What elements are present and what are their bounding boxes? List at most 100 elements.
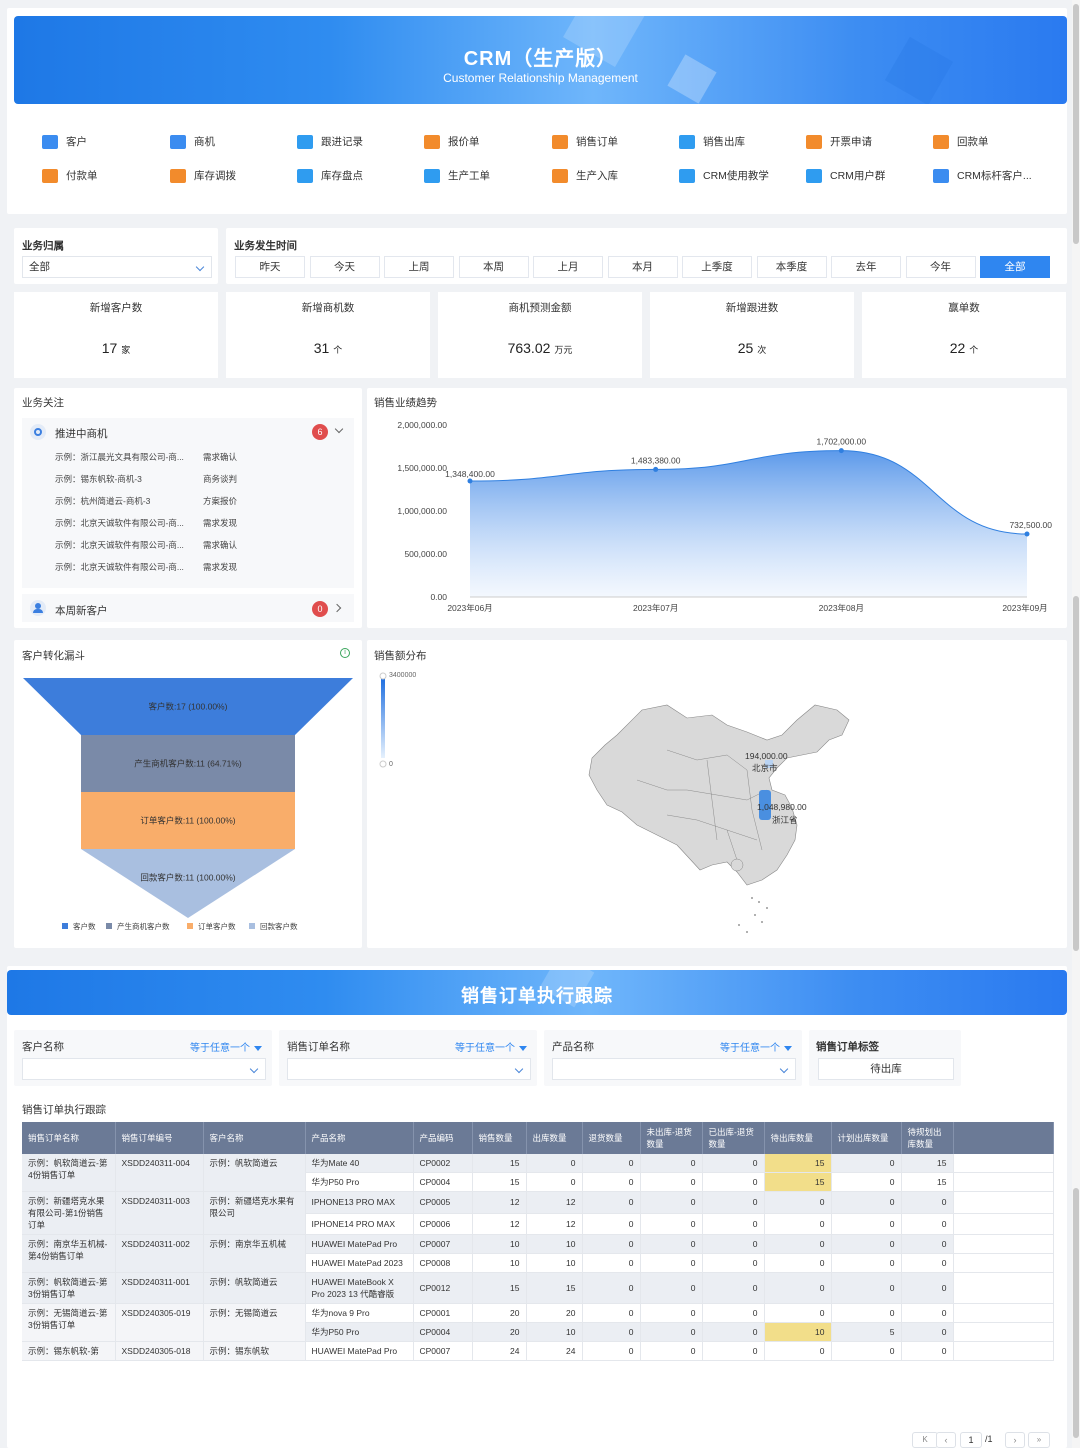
- last-page-button[interactable]: »: [1028, 1432, 1050, 1448]
- quick-link-15[interactable]: CRM标杆客户...: [933, 168, 1032, 183]
- quick-link-5[interactable]: 销售出库: [679, 134, 745, 149]
- column-header[interactable]: 待出库数量: [764, 1122, 832, 1154]
- scrollbar-thumb-upper[interactable]: [1073, 4, 1079, 244]
- focus-item[interactable]: 示例：锡东帆软-商机-3 商务谈判: [55, 473, 345, 485]
- kpi-value: 25: [737, 340, 754, 356]
- time-button-8[interactable]: 去年: [831, 256, 901, 278]
- scrollbar-thumb-mid[interactable]: [1073, 596, 1079, 951]
- order-select[interactable]: [287, 1058, 531, 1080]
- time-button-10[interactable]: 全部: [980, 256, 1050, 278]
- time-button-7[interactable]: 本季度: [756, 256, 827, 278]
- quick-link-7[interactable]: 回款单: [933, 134, 989, 149]
- focus-item[interactable]: 示例：北京天诚软件有限公司-商... 需求确认: [55, 539, 345, 551]
- time-button-4[interactable]: 上月: [533, 256, 603, 278]
- quick-link-13[interactable]: CRM使用教学: [679, 168, 769, 183]
- column-header[interactable]: 已出库-退货数量: [702, 1122, 765, 1154]
- time-button-5[interactable]: 本月: [607, 256, 678, 278]
- table-row[interactable]: 示例：锡东帆软-第 XSDD240305-018 示例：锡东帆软 HUAWEI Mat…: [22, 1341, 1054, 1361]
- legend-label[interactable]: 回款客户数: [260, 921, 298, 931]
- quick-link-14[interactable]: CRM用户群: [806, 168, 885, 183]
- time-button-1[interactable]: 今天: [309, 256, 380, 278]
- prev-page-button[interactable]: ‹: [936, 1432, 956, 1448]
- column-header[interactable]: 销售订单编号: [115, 1122, 204, 1154]
- scrollbar[interactable]: [1072, 0, 1080, 1448]
- column-header[interactable]: 退货数量: [582, 1122, 641, 1154]
- focus-group1-label[interactable]: 推进中商机: [55, 426, 108, 441]
- column-header[interactable]: 计划出库数量: [831, 1122, 902, 1154]
- quick-link-1[interactable]: 商机: [170, 134, 215, 149]
- quick-link-8[interactable]: 付款单: [42, 168, 98, 183]
- time-button-3[interactable]: 本周: [458, 256, 529, 278]
- trend-point[interactable]: [653, 466, 659, 472]
- table-row[interactable]: 示例：南京华五机械-第4份销售订单 XSDD240311-002 示例：南京华五机械…: [22, 1234, 1054, 1273]
- product-select[interactable]: [552, 1058, 796, 1080]
- column-header[interactable]: 未出库-退货数量: [640, 1122, 703, 1154]
- focus-group2-label[interactable]: 本周新客户: [55, 603, 108, 618]
- table-cell: 0: [582, 1191, 641, 1214]
- china-map[interactable]: [588, 704, 850, 886]
- funnel-segment-3[interactable]: [81, 849, 295, 918]
- section2-banner: 销售订单执行跟踪: [7, 970, 1067, 1015]
- table-row[interactable]: 示例：帆软简道云-第4份销售订单 XSDD240311-004 示例：帆软简道云 华为…: [22, 1154, 1054, 1192]
- time-button-9[interactable]: 今年: [905, 256, 976, 278]
- table-row[interactable]: 示例：帆软简道云-第3份销售订单 XSDD240311-001 示例：帆软简道云 HU…: [22, 1272, 1054, 1304]
- column-header[interactable]: 销售订单名称: [22, 1122, 116, 1154]
- quick-link-10[interactable]: 库存盘点: [297, 168, 363, 183]
- column-header[interactable]: 产品编码: [413, 1122, 473, 1154]
- table-cell: 0: [702, 1191, 765, 1214]
- column-header[interactable]: 出库数量: [526, 1122, 583, 1154]
- quick-link-12[interactable]: 生产入库: [552, 168, 618, 183]
- focus-item[interactable]: 示例：北京天诚软件有限公司-商... 需求发现: [55, 561, 345, 573]
- product-match-select[interactable]: 等于任意一个: [720, 1039, 792, 1054]
- time-button-6[interactable]: 上季度: [682, 256, 752, 278]
- label-beijing-name: 北京市: [752, 763, 778, 773]
- first-page-button[interactable]: K: [912, 1432, 938, 1448]
- quick-link-2[interactable]: 跟进记录: [297, 134, 363, 149]
- column-header[interactable]: 客户名称: [203, 1122, 306, 1154]
- trend-point[interactable]: [838, 448, 844, 454]
- order-name: 示例：南京华五机械-第4份销售订单: [22, 1234, 116, 1273]
- time-button-0[interactable]: 昨天: [235, 256, 305, 278]
- column-header[interactable]: 产品名称: [305, 1122, 414, 1154]
- kpi-unit: 万元: [554, 345, 573, 355]
- focus-item[interactable]: 示例：杭州简道云-商机-3 方案报价: [55, 495, 345, 507]
- time-button-2[interactable]: 上周: [384, 256, 454, 278]
- users-icon: [933, 168, 949, 183]
- page-subtitle: Customer Relationship Management: [443, 71, 638, 85]
- kpi-value: 22: [949, 340, 966, 356]
- customer-match-select[interactable]: 等于任意一个: [190, 1039, 262, 1054]
- scale-handle-top[interactable]: [379, 672, 387, 680]
- table-row[interactable]: 示例：无锡简道云-第3份销售订单 XSDD240305-019 示例：无锡简道云 华为…: [22, 1303, 1054, 1342]
- trend-point[interactable]: [467, 478, 473, 484]
- quick-link-4[interactable]: 销售订单: [552, 134, 618, 149]
- legend-label[interactable]: 产生商机客户数: [117, 921, 170, 931]
- quick-link-3[interactable]: 报价单: [424, 134, 480, 149]
- quick-link-9[interactable]: 库存调拨: [170, 168, 236, 183]
- table-cell: HUAWEI MateBook X Pro 2023 13 代酷睿版: [305, 1272, 414, 1304]
- order-match-select[interactable]: 等于任意一个: [455, 1039, 527, 1054]
- next-page-button[interactable]: ›: [1005, 1432, 1025, 1448]
- table-row[interactable]: 示例：新疆塔克水果有限公司-第1份销售订单 XSDD240311-003 示例：新疆…: [22, 1191, 1054, 1235]
- table-cell: 0: [640, 1303, 703, 1323]
- page-input[interactable]: 1: [960, 1432, 982, 1448]
- quick-link-label: 库存盘点: [321, 170, 363, 182]
- quick-link-6[interactable]: 开票申请: [806, 134, 872, 149]
- customer-select[interactable]: [22, 1058, 266, 1080]
- tag-option-pending[interactable]: 待出库: [818, 1058, 954, 1080]
- focus-item[interactable]: 示例：浙江晨光文具有限公司-商... 需求确认: [55, 451, 345, 463]
- owner-select[interactable]: 全部: [22, 256, 212, 278]
- scale-handle-bottom[interactable]: [379, 760, 387, 768]
- region-hainan[interactable]: [730, 858, 744, 872]
- column-header[interactable]: 销售数量: [472, 1122, 527, 1154]
- scrollbar-thumb-lower[interactable]: [1073, 1188, 1079, 1438]
- legend-label[interactable]: 订单客户数: [198, 921, 236, 931]
- table-cell: CP0005: [413, 1191, 473, 1214]
- trend-point[interactable]: [1024, 531, 1030, 537]
- quick-link-0[interactable]: 客户: [42, 134, 87, 149]
- table-cell: 0: [526, 1154, 583, 1173]
- table-cell: HUAWEI MatePad 2023: [305, 1253, 414, 1273]
- column-header[interactable]: 待规划出库数量: [901, 1122, 954, 1154]
- legend-label[interactable]: 客户数: [73, 921, 96, 931]
- focus-item[interactable]: 示例：北京天诚软件有限公司-商... 需求发现: [55, 517, 345, 529]
- quick-link-11[interactable]: 生产工单: [424, 168, 490, 183]
